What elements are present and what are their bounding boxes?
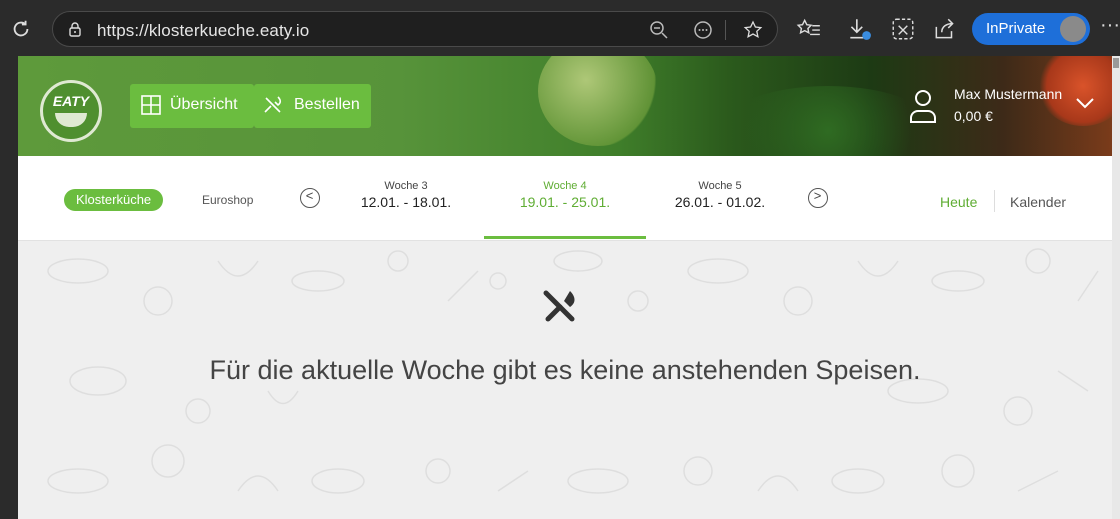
nav-overview-button[interactable]: Übersicht xyxy=(130,84,254,128)
downloads-icon[interactable] xyxy=(846,16,872,42)
shop-tab-euroshop[interactable]: Euroshop xyxy=(202,193,253,207)
active-week-indicator xyxy=(484,236,646,239)
chevron-left-icon: < xyxy=(305,188,314,203)
user-balance: 0,00 € xyxy=(954,108,993,124)
week-name: Woche 4 xyxy=(543,180,587,192)
inprivate-label: InPrivate xyxy=(986,20,1046,37)
zoom-out-icon[interactable] xyxy=(649,20,669,40)
address-bar[interactable]: https://klosterkueche.eaty.io xyxy=(52,11,778,47)
profile-avatar xyxy=(1060,16,1086,42)
empty-week-message: Für die aktuelle Woche gibt es keine ans… xyxy=(209,355,921,385)
calendar-button[interactable]: Kalender xyxy=(1010,194,1066,210)
nav-overview-label: Übersicht xyxy=(170,96,238,113)
chevron-right-icon: > xyxy=(813,188,822,203)
browser-toolbar: https://klosterkueche.eaty.io InPrivate … xyxy=(0,0,1120,60)
page-scrollbar[interactable] xyxy=(1112,56,1120,519)
nav-order-button[interactable]: Bestellen xyxy=(254,84,371,128)
lock-icon[interactable] xyxy=(67,21,83,37)
favorite-star-icon[interactable] xyxy=(743,20,763,40)
favorites-icon[interactable] xyxy=(796,16,822,42)
header-background-image xyxy=(538,56,658,146)
week-tab-3[interactable]: Woche 3 12.01. - 18.01. xyxy=(341,180,471,210)
week-tab-5[interactable]: Woche 5 26.01. - 01.02. xyxy=(655,180,785,210)
reload-icon[interactable] xyxy=(10,18,32,40)
next-week-button[interactable]: > xyxy=(808,188,828,208)
eaty-logo[interactable]: EATY xyxy=(40,80,102,142)
cutlery-icon xyxy=(264,96,282,113)
shop-tab-klosterkueche[interactable]: Klosterküche xyxy=(64,189,164,211)
share-icon[interactable] xyxy=(932,16,958,42)
page-actions-icon[interactable] xyxy=(693,20,713,40)
logo-text: EATY xyxy=(52,93,90,109)
menu-content: Für die aktuelle Woche gibt es keine ans… xyxy=(18,241,1112,519)
divider xyxy=(725,20,726,40)
inprivate-button[interactable]: InPrivate xyxy=(972,13,1090,45)
week-dates: 19.01. - 25.01. xyxy=(519,194,611,210)
today-button[interactable]: Heute xyxy=(940,194,977,210)
divider xyxy=(994,190,995,212)
logo-bowl-icon xyxy=(55,113,87,127)
week-name: Woche 3 xyxy=(384,180,428,192)
week-name: Woche 5 xyxy=(698,180,742,192)
more-menu-icon[interactable]: ··· xyxy=(1100,14,1120,37)
chevron-down-icon[interactable] xyxy=(1076,98,1094,110)
user-icon[interactable] xyxy=(908,88,938,124)
grid-icon xyxy=(141,95,161,115)
scrollbar-thumb[interactable] xyxy=(1113,58,1119,68)
week-tab-4[interactable]: Woche 4 19.01. - 25.01. xyxy=(500,180,630,210)
user-name[interactable]: Max Mustermann xyxy=(954,86,1062,102)
prev-week-button[interactable]: < xyxy=(300,188,320,208)
site-header: EATY Übersicht Bestellen Max Mustermann … xyxy=(18,56,1112,176)
cutlery-icon xyxy=(543,290,575,322)
week-navigation: Klosterküche Euroshop < Woche 3 12.01. -… xyxy=(18,156,1112,241)
web-page: EATY Übersicht Bestellen Max Mustermann … xyxy=(18,56,1112,519)
url-text[interactable]: https://klosterkueche.eaty.io xyxy=(97,21,309,41)
week-dates: 12.01. - 18.01. xyxy=(360,194,452,210)
nav-order-label: Bestellen xyxy=(294,96,360,113)
screenshot-icon[interactable] xyxy=(890,16,916,42)
week-dates: 26.01. - 01.02. xyxy=(674,194,766,210)
